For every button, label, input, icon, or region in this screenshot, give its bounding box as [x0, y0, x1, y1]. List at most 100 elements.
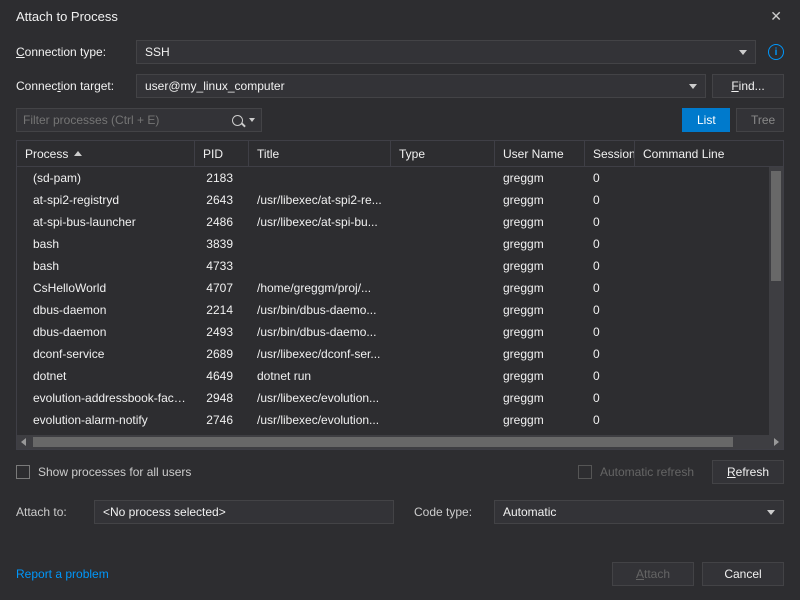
table-row[interactable]: dbus-daemon2214/usr/bin/dbus-daemo...gre… [17, 299, 783, 321]
cell-user: greggm [495, 281, 585, 295]
show-all-users-label: Show processes for all users [38, 465, 191, 479]
scroll-right-icon[interactable] [774, 438, 779, 446]
cell-title: /usr/libexec/at-spi2-re... [249, 193, 391, 207]
scrollbar-thumb[interactable] [33, 437, 733, 447]
cell-user: greggm [495, 325, 585, 339]
connection-target-row: Connection target: user@my_linux_compute… [16, 74, 784, 98]
horizontal-scrollbar[interactable] [17, 435, 783, 449]
column-header-type[interactable]: Type [391, 141, 495, 166]
connection-target-combobox[interactable]: user@my_linux_computer [136, 74, 706, 98]
column-header-cmd[interactable]: Command Line [635, 141, 735, 166]
scrollbar-thumb[interactable] [771, 171, 781, 281]
cell-user: greggm [495, 347, 585, 361]
cell-title: /usr/bin/dbus-daemo... [249, 325, 391, 339]
cell-process: (sd-pam) [17, 171, 195, 185]
connection-type-value: SSH [145, 45, 170, 59]
table-row[interactable]: evolution-addressbook-factory2948/usr/li… [17, 387, 783, 409]
cell-title: /home/greggm/proj/... [249, 281, 391, 295]
connection-target-value: user@my_linux_computer [145, 79, 285, 93]
table-row[interactable]: (sd-pam)2183greggm0 [17, 167, 783, 189]
auto-refresh-checkbox[interactable] [578, 465, 592, 479]
column-header-pid[interactable]: PID [195, 141, 249, 166]
cell-user: greggm [495, 215, 585, 229]
process-grid: Process PID Title Type User Name Session… [16, 140, 784, 450]
cell-process: dbus-daemon [17, 325, 195, 339]
cell-pid: 2746 [195, 413, 249, 427]
code-type-combobox[interactable]: Automatic [494, 500, 784, 524]
cell-user: greggm [495, 413, 585, 427]
table-row[interactable]: dbus-daemon2493/usr/bin/dbus-daemo...gre… [17, 321, 783, 343]
cancel-button[interactable]: Cancel [702, 562, 784, 586]
filter-bar: List Tree [16, 108, 784, 132]
code-type-label: Code type: [414, 505, 486, 519]
cell-process: dbus-daemon [17, 303, 195, 317]
cell-pid: 2214 [195, 303, 249, 317]
show-all-users-checkbox[interactable] [16, 465, 30, 479]
cell-title: /usr/libexec/dconf-ser... [249, 347, 391, 361]
sort-asc-icon [74, 151, 82, 156]
table-row[interactable]: CsHelloWorld4707/home/greggm/proj/... gre… [17, 277, 783, 299]
cell-session: 0 [585, 325, 635, 339]
window-title: Attach to Process [16, 9, 118, 24]
close-icon[interactable]: ✕ [764, 6, 788, 27]
table-row[interactable]: bash3839 greggm0 [17, 233, 783, 255]
auto-refresh-label: Automatic refresh [600, 465, 694, 479]
footer: Report a problem Attach Cancel [16, 562, 784, 586]
cell-pid: 4707 [195, 281, 249, 295]
connection-type-row: Connection type: SSH i [16, 40, 784, 64]
cell-process: at-spi2-registryd [17, 193, 195, 207]
info-icon[interactable]: i [768, 44, 784, 60]
cell-title: /usr/bin/dbus-daemo... [249, 303, 391, 317]
cell-process: evolution-alarm-notify [17, 413, 195, 427]
cell-user: greggm [495, 237, 585, 251]
connection-type-combobox[interactable]: SSH [136, 40, 756, 64]
cell-user: greggm [495, 259, 585, 273]
table-row[interactable]: dotnet4649dotnet rungreggm0 [17, 365, 783, 387]
cell-pid: 4733 [195, 259, 249, 273]
cell-user: greggm [495, 391, 585, 405]
attach-to-value: <No process selected> [94, 500, 394, 524]
grid-body[interactable]: (sd-pam)2183greggm0at-spi2-registryd2643… [17, 167, 783, 435]
table-row[interactable]: bash4733greggm0 [17, 255, 783, 277]
table-row[interactable]: at-spi2-registryd2643/usr/libexec/at-spi… [17, 189, 783, 211]
cell-process: CsHelloWorld [17, 281, 195, 295]
refresh-button[interactable]: Refresh [712, 460, 784, 484]
cell-process: bash [17, 259, 195, 273]
scroll-left-icon[interactable] [21, 438, 26, 446]
cell-process: dconf-service [17, 347, 195, 361]
cell-session: 0 [585, 391, 635, 405]
cell-pid: 2643 [195, 193, 249, 207]
code-type-value: Automatic [503, 505, 556, 519]
find-button[interactable]: Find... [712, 74, 784, 98]
cell-session: 0 [585, 237, 635, 251]
cell-title: /usr/libexec/evolution... [249, 413, 391, 427]
tree-view-button[interactable]: Tree [736, 108, 784, 132]
cell-user: greggm [495, 369, 585, 383]
report-problem-link[interactable]: Report a problem [16, 567, 109, 581]
attach-button[interactable]: Attach [612, 562, 694, 586]
connection-target-label: Connection target: [16, 79, 130, 93]
cell-session: 0 [585, 347, 635, 361]
table-row[interactable]: dconf-service2689/usr/libexec/dconf-ser.… [17, 343, 783, 365]
column-header-process[interactable]: Process [17, 141, 195, 166]
cell-session: 0 [585, 413, 635, 427]
table-row[interactable]: evolution-alarm-notify2746/usr/libexec/e… [17, 409, 783, 431]
attach-to-label: Attach to: [16, 505, 86, 519]
table-row[interactable]: at-spi-bus-launcher2486/usr/libexec/at-s… [17, 211, 783, 233]
column-header-title[interactable]: Title [249, 141, 391, 166]
chevron-down-icon[interactable] [249, 118, 255, 122]
titlebar: Attach to Process ✕ [0, 0, 800, 32]
cell-pid: 2486 [195, 215, 249, 229]
cell-process: evolution-addressbook-factory [17, 391, 195, 405]
cell-pid: 3839 [195, 237, 249, 251]
list-view-button[interactable]: List [682, 108, 730, 132]
vertical-scrollbar[interactable] [769, 167, 783, 435]
attach-row: Attach to: <No process selected> Code ty… [16, 500, 784, 524]
cell-session: 0 [585, 193, 635, 207]
column-header-user[interactable]: User Name [495, 141, 585, 166]
column-header-session[interactable]: Session [585, 141, 635, 166]
filter-input-wrap[interactable] [16, 108, 262, 132]
cell-process: bash [17, 237, 195, 251]
filter-input[interactable] [23, 113, 213, 127]
chevron-down-icon [767, 510, 775, 515]
